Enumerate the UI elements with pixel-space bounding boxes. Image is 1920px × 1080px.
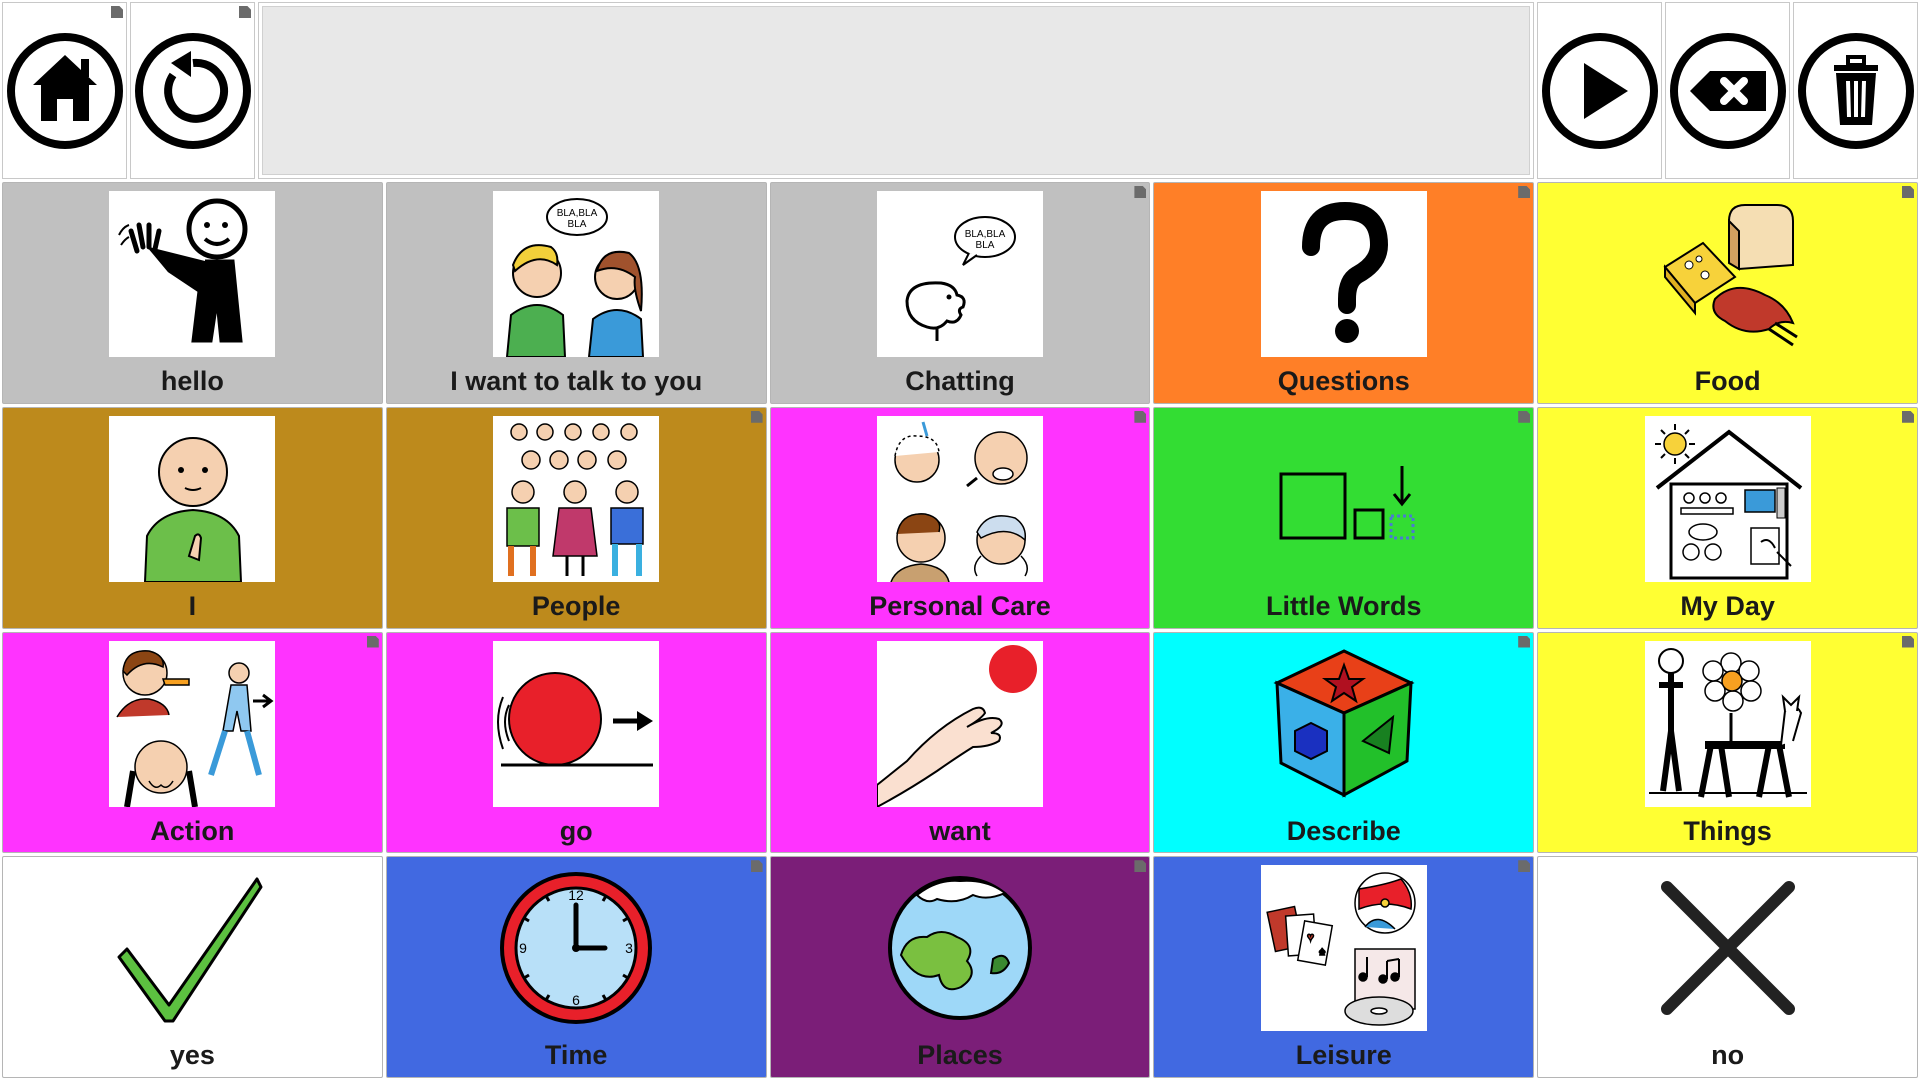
clear-button[interactable] bbox=[1793, 2, 1918, 179]
folder-corner-icon bbox=[1518, 635, 1531, 648]
tile-hello[interactable]: hello bbox=[2, 182, 383, 404]
trash-icon bbox=[1797, 32, 1914, 149]
folder-corner-icon bbox=[239, 6, 251, 18]
svg-text:12: 12 bbox=[568, 887, 584, 903]
undo-icon bbox=[134, 32, 251, 149]
personal-care-icon bbox=[876, 415, 1043, 582]
tile-people[interactable]: People bbox=[385, 406, 767, 629]
folder-corner-icon bbox=[750, 410, 763, 423]
svg-text:9: 9 bbox=[519, 940, 527, 956]
tile-yes[interactable]: yes bbox=[2, 856, 383, 1078]
self-pointing-person-icon bbox=[109, 415, 276, 582]
svg-text:♠: ♠ bbox=[1319, 944, 1326, 958]
tile-describe[interactable]: Describe bbox=[1153, 631, 1535, 854]
group-of-people-icon bbox=[493, 415, 660, 582]
home-button[interactable] bbox=[2, 2, 127, 179]
folder-corner-icon bbox=[750, 860, 763, 873]
speech-bubble-head-icon: BLA,BLA BLA bbox=[876, 191, 1043, 357]
tile-label: Little Words bbox=[1266, 590, 1422, 621]
clock-icon: 12 3 6 9 bbox=[493, 865, 659, 1031]
cross-icon bbox=[1645, 865, 1811, 1031]
speak-play-icon bbox=[1541, 32, 1658, 149]
svg-text:BLA: BLA bbox=[568, 219, 587, 230]
svg-text:BLA,BLA: BLA,BLA bbox=[965, 229, 1006, 240]
tile-label: Chatting bbox=[905, 366, 1015, 396]
tile-label: want bbox=[929, 815, 991, 846]
folder-corner-icon bbox=[1134, 410, 1147, 423]
tile-action[interactable]: Action bbox=[2, 631, 383, 854]
folder-corner-icon bbox=[1901, 410, 1914, 423]
two-people-talking-icon: BLA,BLA BLA bbox=[493, 191, 660, 357]
tile-label: Food bbox=[1694, 366, 1761, 396]
folder-corner-icon bbox=[1134, 860, 1147, 873]
little-words-icon bbox=[1261, 416, 1427, 582]
tile-personal-care[interactable]: Personal Care bbox=[769, 406, 1151, 629]
tile-i[interactable]: I bbox=[2, 406, 383, 629]
things-icon bbox=[1644, 640, 1811, 807]
svg-text:♥: ♥ bbox=[1307, 930, 1314, 944]
folder-corner-icon bbox=[1518, 410, 1531, 423]
rolling-ball-icon bbox=[493, 640, 660, 807]
checkmark-icon bbox=[109, 865, 275, 1031]
tile-leisure[interactable]: ♥ ♠ Leisure bbox=[1153, 856, 1535, 1078]
action-people-icon bbox=[109, 640, 276, 807]
tile-go[interactable]: go bbox=[385, 631, 767, 854]
tile-i-want-to-talk-to-you[interactable]: BLA,BLA BLA I want to talk to you bbox=[385, 182, 767, 404]
house-day-icon bbox=[1644, 415, 1811, 582]
tile-label: Personal Care bbox=[869, 590, 1051, 621]
reaching-hand-icon bbox=[876, 640, 1043, 807]
tile-label: yes bbox=[169, 1040, 215, 1071]
folder-corner-icon bbox=[1134, 186, 1147, 198]
svg-text:BLA: BLA bbox=[976, 240, 995, 251]
food-icon bbox=[1645, 191, 1811, 357]
symbol-grid: hello BLA,BLA BLA I want to talk to you bbox=[0, 182, 1920, 1080]
tile-chatting[interactable]: BLA,BLA BLA Chatting bbox=[769, 182, 1151, 404]
folder-corner-icon bbox=[111, 6, 123, 18]
tile-label: I want to talk to you bbox=[450, 366, 703, 396]
svg-text:3: 3 bbox=[625, 940, 633, 956]
svg-text:BLA,BLA: BLA,BLA bbox=[557, 208, 598, 219]
tile-questions[interactable]: Questions bbox=[1153, 182, 1535, 404]
tile-label: Action bbox=[150, 815, 235, 846]
tile-label: Things bbox=[1683, 815, 1772, 846]
globe-icon bbox=[877, 865, 1043, 1031]
tile-label: My Day bbox=[1680, 590, 1775, 621]
tile-no[interactable]: no bbox=[1537, 856, 1918, 1078]
message-text[interactable] bbox=[262, 6, 1530, 175]
message-bar[interactable] bbox=[258, 2, 1534, 179]
tile-label: Questions bbox=[1277, 366, 1410, 396]
backspace-button[interactable] bbox=[1665, 2, 1790, 179]
folder-corner-icon bbox=[1518, 860, 1531, 873]
tile-label: People bbox=[531, 590, 621, 621]
folder-corner-icon bbox=[366, 635, 379, 648]
tile-label: Leisure bbox=[1295, 1040, 1392, 1071]
backspace-icon bbox=[1669, 32, 1786, 149]
tile-label: Describe bbox=[1286, 815, 1401, 846]
tile-label: Places bbox=[917, 1040, 1003, 1071]
tile-label: hello bbox=[160, 366, 224, 396]
folder-corner-icon bbox=[1518, 186, 1531, 198]
tile-label: Time bbox=[544, 1040, 608, 1071]
svg-text:6: 6 bbox=[572, 992, 580, 1008]
undo-button[interactable] bbox=[130, 2, 255, 179]
tile-food[interactable]: Food bbox=[1537, 182, 1918, 404]
tile-my-day[interactable]: My Day bbox=[1537, 406, 1918, 629]
home-icon bbox=[6, 32, 123, 149]
speak-button[interactable] bbox=[1537, 2, 1662, 179]
tile-label: go bbox=[559, 815, 593, 846]
waving-person-icon bbox=[109, 191, 276, 357]
folder-corner-icon bbox=[1901, 635, 1914, 648]
folder-corner-icon bbox=[1901, 186, 1914, 198]
tile-time[interactable]: 12 3 6 9 Time bbox=[385, 856, 767, 1078]
tile-label: no bbox=[1711, 1040, 1745, 1071]
tile-little-words[interactable]: Little Words bbox=[1153, 406, 1535, 629]
tile-things[interactable]: Things bbox=[1537, 631, 1918, 854]
tile-want[interactable]: want bbox=[769, 631, 1151, 854]
question-mark-icon bbox=[1260, 191, 1427, 357]
tile-places[interactable]: Places bbox=[769, 856, 1151, 1078]
leisure-icon: ♥ ♠ bbox=[1260, 865, 1427, 1032]
shape-cube-icon bbox=[1261, 641, 1427, 807]
tile-label: I bbox=[188, 590, 197, 621]
